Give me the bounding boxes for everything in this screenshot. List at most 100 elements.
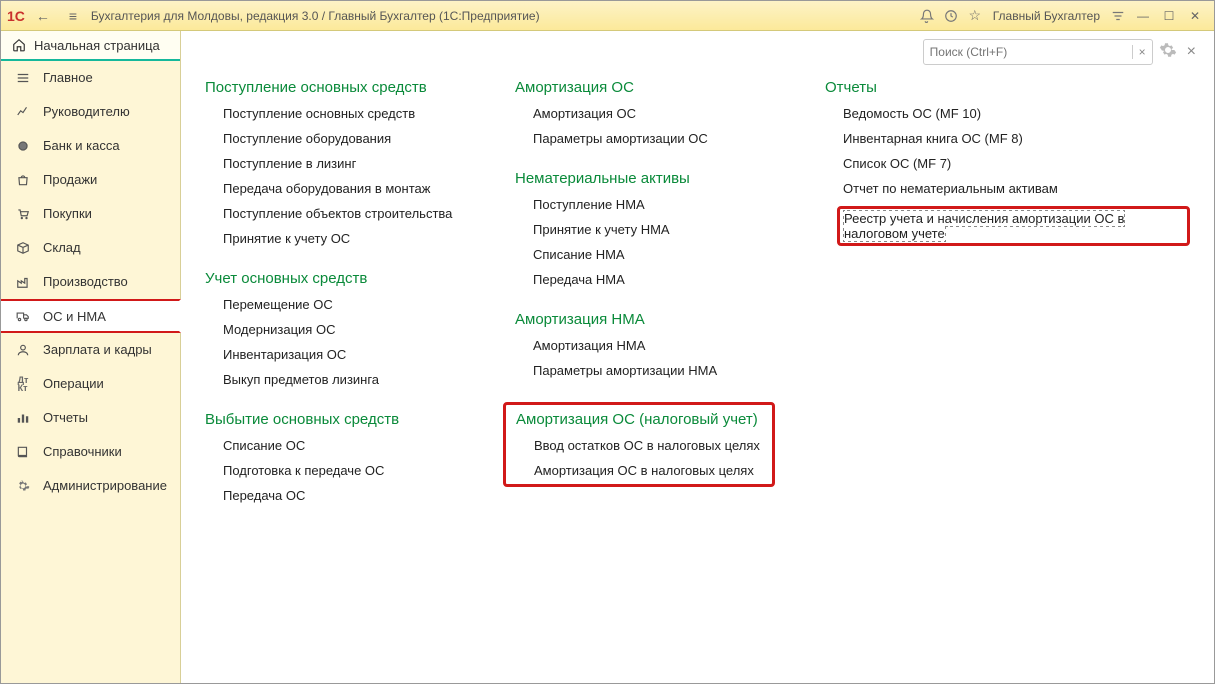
sidebar-item-chart[interactable]: Руководителю xyxy=(1,95,180,129)
section: Поступление основных средств Поступление … xyxy=(205,79,465,246)
section-title[interactable]: Отчеты xyxy=(825,79,1190,96)
section-title[interactable]: Выбытие основных средств xyxy=(205,411,465,428)
section: Амортизация ОС Амортизация ОС Параметры ам… xyxy=(515,79,775,146)
section-link[interactable]: Амортизация НМА xyxy=(533,338,775,353)
title-bar: 1C ← ≡ Бухгалтерия для Молдовы, редакция… xyxy=(1,1,1214,31)
section-link[interactable]: Выкуп предметов лизинга xyxy=(223,372,465,387)
section-link[interactable]: Перемещение ОС xyxy=(223,297,465,312)
gear-icon[interactable] xyxy=(1159,41,1177,64)
search-box[interactable]: × xyxy=(923,39,1153,65)
truck-icon xyxy=(15,308,31,324)
bell-icon[interactable] xyxy=(915,4,939,28)
sidebar-item-person[interactable]: Зарплата и кадры xyxy=(1,333,180,367)
box-icon xyxy=(15,240,31,256)
section: Выбытие основных средств Списание ОС Подго… xyxy=(205,411,465,503)
section: Нематериальные активы Поступление НМА Прин… xyxy=(515,170,775,287)
book-icon xyxy=(15,444,31,460)
sidebar-item-gear[interactable]: Администрирование xyxy=(1,469,180,503)
history-icon[interactable] xyxy=(939,4,963,28)
sidebar-item-label: Банк и касса xyxy=(43,138,120,153)
highlighted-link: Реестр учета и начисления амортизации ОС… xyxy=(837,206,1190,246)
sidebar-item-bag[interactable]: Продажи xyxy=(1,163,180,197)
sidebar-item-label: Администрирование xyxy=(43,478,167,493)
sidebar-item-coin[interactable]: Банк и касса xyxy=(1,129,180,163)
section-link[interactable]: Амортизация ОС в налоговых целях xyxy=(534,463,762,478)
section-link[interactable]: Списание НМА xyxy=(533,247,775,262)
sidebar-item-label: ОС и НМА xyxy=(43,309,106,324)
section-link[interactable]: Подготовка к передаче ОС xyxy=(223,463,465,478)
sidebar-item-dtkt[interactable]: ДтКт Операции xyxy=(1,367,180,401)
section-link[interactable]: Ввод остатков ОС в налоговых целях xyxy=(534,438,762,453)
settings-bars-icon[interactable] xyxy=(1106,4,1130,28)
section-title[interactable]: Амортизация ОС xyxy=(515,79,775,96)
search-clear-icon[interactable]: × xyxy=(1132,45,1146,59)
user-name[interactable]: Главный Бухгалтер xyxy=(993,9,1100,23)
sidebar-item-factory[interactable]: Производство xyxy=(1,265,180,299)
section-title[interactable]: Учет основных средств xyxy=(205,270,465,287)
star-icon[interactable]: ☆ xyxy=(963,4,987,28)
sidebar-item-truck[interactable]: ОС и НМА xyxy=(1,299,181,333)
section-link[interactable]: Модернизация ОС xyxy=(223,322,465,337)
section-link[interactable]: Поступление объектов строительства xyxy=(223,206,465,221)
coin-icon xyxy=(15,138,31,154)
section-link[interactable]: Ведомость ОС (MF 10) xyxy=(843,106,1190,121)
gear-icon xyxy=(15,478,31,494)
section-link[interactable]: Принятие к учету НМА xyxy=(533,222,775,237)
sidebar-item-label: Отчеты xyxy=(43,410,88,425)
sidebar-item-cart[interactable]: Покупки xyxy=(1,197,180,231)
maximize-button[interactable]: ☐ xyxy=(1156,9,1182,23)
section-link[interactable]: Поступление НМА xyxy=(533,197,775,212)
section-link[interactable]: Отчет по нематериальным активам xyxy=(843,181,1190,196)
home-row[interactable]: Начальная страница xyxy=(1,31,180,61)
panel-close-icon[interactable]: × xyxy=(1187,43,1196,61)
sidebar-item-label: Главное xyxy=(43,70,93,85)
section-link[interactable]: Поступление оборудования xyxy=(223,131,465,146)
sidebar-item-bars[interactable]: Отчеты xyxy=(1,401,180,435)
section-link[interactable]: Реестр учета и начисления амортизации ОС… xyxy=(844,211,1124,241)
chart-icon xyxy=(15,104,31,120)
section-link[interactable]: Принятие к учету ОС xyxy=(223,231,465,246)
sidebar-item-label: Производство xyxy=(43,274,128,289)
factory-icon xyxy=(15,274,31,290)
dtkt-icon: ДтКт xyxy=(15,376,31,392)
section-title[interactable]: Амортизация НМА xyxy=(515,311,775,328)
close-button[interactable]: ✕ xyxy=(1182,9,1208,23)
section-link[interactable]: Инвентаризация ОС xyxy=(223,347,465,362)
section-link[interactable]: Инвентарная книга ОС (MF 8) xyxy=(843,131,1190,146)
sidebar-item-label: Справочники xyxy=(43,444,122,459)
sidebar-item-menu[interactable]: Главное xyxy=(1,61,180,95)
section-link[interactable]: Списание ОС xyxy=(223,438,465,453)
section-link[interactable]: Поступление в лизинг xyxy=(223,156,465,171)
section-title[interactable]: Нематериальные активы xyxy=(515,170,775,187)
search-input[interactable] xyxy=(930,45,1132,59)
section-link[interactable]: Список ОС (MF 7) xyxy=(843,156,1190,171)
bars-icon xyxy=(15,410,31,426)
section-link[interactable]: Передача ОС xyxy=(223,488,465,503)
back-icon[interactable]: ← xyxy=(31,4,55,28)
section-title[interactable]: Поступление основных средств xyxy=(205,79,465,96)
section-link[interactable]: Параметры амортизации НМА xyxy=(533,363,775,378)
section-link[interactable]: Передача НМА xyxy=(533,272,775,287)
bag-icon xyxy=(15,172,31,188)
section-link[interactable]: Амортизация ОС xyxy=(533,106,775,121)
section: Амортизация НМА Амортизация НМА Параметры … xyxy=(515,311,775,378)
section: Амортизация ОС (налоговый учет) Ввод оста… xyxy=(503,402,775,487)
section-link[interactable]: Параметры амортизации ОС xyxy=(533,131,775,146)
column-1: Амортизация ОС Амортизация ОС Параметры ам… xyxy=(515,79,775,511)
section: Отчеты Ведомость ОС (MF 10) Инвентарная кн… xyxy=(825,79,1190,246)
section-link[interactable]: Поступление основных средств xyxy=(223,106,465,121)
section-title[interactable]: Амортизация ОС (налоговый учет) xyxy=(516,411,762,428)
app-title: Бухгалтерия для Молдовы, редакция 3.0 / … xyxy=(91,9,540,23)
sidebar-item-label: Операции xyxy=(43,376,104,391)
section: Учет основных средств Перемещение ОС Модер… xyxy=(205,270,465,387)
menu-icon[interactable]: ≡ xyxy=(61,4,85,28)
sidebar-item-box[interactable]: Склад xyxy=(1,231,180,265)
cart-icon xyxy=(15,206,31,222)
menu-icon xyxy=(15,70,31,86)
sidebar-item-label: Склад xyxy=(43,240,81,255)
app-logo: 1C xyxy=(7,8,25,24)
minimize-button[interactable]: — xyxy=(1130,9,1156,23)
sidebar-item-book[interactable]: Справочники xyxy=(1,435,180,469)
section-link[interactable]: Передача оборудования в монтаж xyxy=(223,181,465,196)
column-2: Отчеты Ведомость ОС (MF 10) Инвентарная кн… xyxy=(825,79,1190,270)
